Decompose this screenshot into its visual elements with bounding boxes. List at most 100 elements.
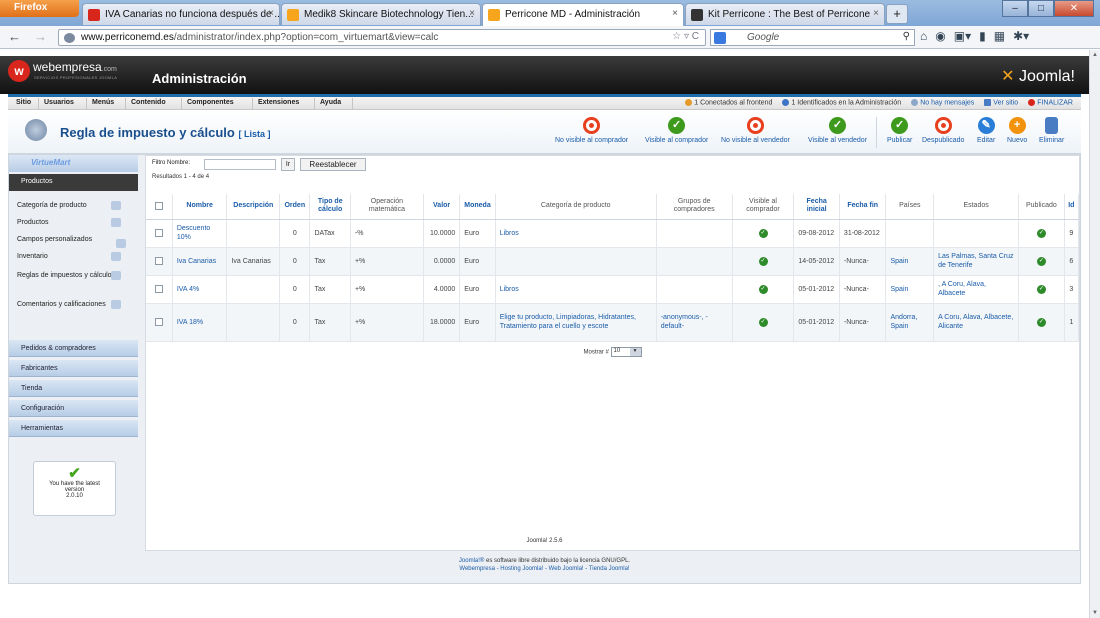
row-checkbox[interactable] bbox=[154, 284, 163, 293]
row-checkbox[interactable] bbox=[154, 256, 163, 265]
sidebar-section-configuracion[interactable]: Configuración bbox=[9, 400, 138, 417]
sidebar-item-campos[interactable]: Campos personalizados bbox=[9, 233, 138, 250]
sidebar-item-inventario[interactable]: Inventario bbox=[9, 250, 138, 267]
bookmarks-icon[interactable]: ▮ bbox=[979, 29, 986, 43]
sidebar-item-comentarios[interactable]: Comentarios y calificaciones bbox=[9, 296, 138, 325]
search-magnifier-icon[interactable]: ⚲ bbox=[903, 31, 910, 42]
published-toggle-icon[interactable]: ✓ bbox=[1036, 229, 1046, 238]
sidebar-section-herramientas[interactable]: Herramientas bbox=[9, 420, 138, 437]
col-fecha-fin[interactable]: Fecha fin bbox=[839, 194, 887, 220]
cell-categoria[interactable]: Libros bbox=[495, 219, 657, 248]
menu-componentes[interactable]: Componentes bbox=[187, 99, 234, 106]
bookmark-star-icon[interactable]: ☆ ▿ C bbox=[672, 31, 699, 42]
sidebar-section-pedidos[interactable]: Pedidos & compradores bbox=[9, 340, 138, 357]
logout-link[interactable]: FINALIZAR bbox=[1028, 99, 1073, 106]
col-valor[interactable]: Valor bbox=[423, 194, 461, 220]
close-tab-icon[interactable]: × bbox=[873, 8, 879, 19]
address-bar[interactable]: www.perriconemd.es/administrator/index.p… bbox=[58, 29, 706, 46]
visible-seller-button[interactable]: ✓ Visible al vendedor bbox=[808, 117, 867, 144]
scroll-down-icon[interactable]: ▼ bbox=[1092, 610, 1098, 616]
edit-button[interactable]: ✎ Editar bbox=[977, 117, 995, 144]
table-row[interactable]: Descuento 10% 0 DATax -% 10.0000 Euro Li… bbox=[146, 219, 1080, 248]
cell-nombre[interactable]: Iva Canarias bbox=[172, 247, 228, 276]
visible-toggle-icon[interactable]: ✓ bbox=[758, 257, 768, 266]
unpublish-button[interactable]: Despublicado bbox=[922, 117, 964, 144]
close-tab-icon[interactable]: × bbox=[268, 8, 274, 19]
col-nombre[interactable]: Nombre bbox=[172, 194, 228, 220]
visible-toggle-icon[interactable]: ✓ bbox=[758, 318, 768, 327]
google-engine-icon[interactable] bbox=[714, 32, 726, 44]
window-close-icon[interactable]: ✕ bbox=[1054, 0, 1094, 17]
messages-link[interactable]: No hay mensajes bbox=[911, 99, 974, 106]
publish-button[interactable]: ✓ Publicar bbox=[887, 117, 912, 144]
visible-buyer-button[interactable]: ✓ Visible al comprador bbox=[645, 117, 708, 144]
row-checkbox[interactable] bbox=[154, 228, 163, 237]
filter-reset-button[interactable]: Reestablecer bbox=[300, 158, 366, 171]
table-row[interactable]: Iva Canarias Iva Canarias 0 Tax +% 0.000… bbox=[146, 247, 1080, 276]
close-tab-icon[interactable]: × bbox=[672, 8, 678, 19]
cell-categoria[interactable]: Elige tu producto, Limpiadoras, Hidratan… bbox=[495, 303, 657, 342]
site-identity-icon[interactable] bbox=[64, 33, 75, 43]
close-tab-icon[interactable]: × bbox=[469, 8, 475, 19]
table-row[interactable]: IVA 4% 0 Tax +% 4.0000 Euro Libros ✓ 05-… bbox=[146, 275, 1080, 304]
cell-nombre[interactable]: IVA 4% bbox=[172, 275, 228, 304]
menu-overflow-icon[interactable]: ✱▾ bbox=[1013, 29, 1029, 43]
not-visible-buyer-button[interactable]: No visible al comprador bbox=[555, 117, 628, 144]
screen-icon[interactable]: ▣▾ bbox=[954, 29, 971, 43]
published-toggle-icon[interactable]: ✓ bbox=[1036, 257, 1046, 266]
row-checkbox[interactable] bbox=[154, 317, 163, 326]
menu-contenido[interactable]: Contenido bbox=[131, 99, 166, 106]
not-visible-seller-button[interactable]: No visible al vendedor bbox=[721, 117, 790, 144]
visible-toggle-icon[interactable]: ✓ bbox=[758, 285, 768, 294]
col-descripcion[interactable]: Descripción bbox=[226, 194, 281, 220]
table-row[interactable]: IVA 18% 0 Tax +% 18.0000 Euro Elige tu p… bbox=[146, 303, 1080, 342]
menu-extensiones[interactable]: Extensiones bbox=[258, 99, 299, 106]
col-id[interactable]: Id bbox=[1064, 194, 1080, 220]
filter-go-button[interactable]: Ir bbox=[281, 158, 295, 171]
cell-nombre[interactable]: IVA 18% bbox=[172, 303, 228, 342]
maximize-icon[interactable]: □ bbox=[1028, 0, 1054, 17]
cell-nombre[interactable]: Descuento 10% bbox=[172, 219, 228, 248]
forward-arrow-icon[interactable]: → bbox=[34, 29, 47, 44]
new-tab-button[interactable]: + bbox=[886, 4, 908, 24]
joomla-link[interactable]: Joomla!® bbox=[459, 558, 484, 564]
col-orden[interactable]: Orden bbox=[279, 194, 311, 220]
filter-name-input[interactable] bbox=[204, 159, 276, 170]
back-arrow-icon[interactable]: ← bbox=[8, 29, 21, 44]
sidebar-section-productos[interactable]: Productos bbox=[9, 174, 138, 191]
visible-toggle-icon[interactable]: ✓ bbox=[758, 229, 768, 238]
cell-categoria[interactable] bbox=[495, 247, 657, 276]
col-moneda[interactable]: Moneda bbox=[459, 194, 496, 220]
sidebar-item-categoria[interactable]: Categoría de producto bbox=[9, 199, 138, 216]
browser-tab-3-active[interactable]: Perricone MD - Administración × bbox=[482, 3, 684, 26]
browser-tab-4[interactable]: Kit Perricone : The Best of Perricone × bbox=[685, 3, 885, 25]
col-fecha-inicial[interactable]: Fecha inicial bbox=[793, 194, 840, 220]
search-bar[interactable]: Google ⚲ bbox=[710, 29, 915, 46]
browser-tab-2[interactable]: Medik8 Skincare Biotechnology Tien... × bbox=[281, 3, 481, 25]
menu-menus[interactable]: Menús bbox=[92, 99, 114, 106]
footer-links[interactable]: Webempresa - Hosting Joomla! - Web Jooml… bbox=[0, 566, 1089, 572]
view-site-link[interactable]: Ver sitio bbox=[984, 99, 1018, 106]
firefox-menu-button[interactable]: Firefox bbox=[0, 0, 79, 17]
browser-tab-1[interactable]: IVA Canarias no funciona después de ... × bbox=[82, 3, 280, 25]
cell-categoria[interactable]: Libros bbox=[495, 275, 657, 304]
minimize-icon[interactable]: – bbox=[1002, 0, 1028, 17]
select-all-checkbox[interactable] bbox=[154, 201, 163, 210]
delete-button[interactable]: Eliminar bbox=[1039, 117, 1064, 144]
menu-ayuda[interactable]: Ayuda bbox=[320, 99, 341, 106]
col-tipo[interactable]: Tipo de cálculo bbox=[309, 194, 351, 220]
addon-icon[interactable]: ◉ bbox=[935, 29, 945, 43]
published-toggle-icon[interactable]: ✓ bbox=[1036, 285, 1046, 294]
new-button[interactable]: + Nuevo bbox=[1007, 117, 1027, 144]
menu-sitio[interactable]: Sitio bbox=[16, 99, 31, 106]
page-size-select[interactable]: 10 ▼ bbox=[610, 347, 642, 357]
scroll-up-icon[interactable]: ▲ bbox=[1092, 52, 1098, 58]
menu-usuarios[interactable]: Usuarios bbox=[44, 99, 74, 106]
published-toggle-icon[interactable]: ✓ bbox=[1036, 318, 1046, 327]
extension-icon[interactable]: ▦ bbox=[994, 29, 1005, 43]
sidebar-section-tienda[interactable]: Tienda bbox=[9, 380, 138, 397]
sidebar-item-reglas[interactable]: Reglas de impuestos y cálculos bbox=[9, 267, 138, 296]
page-scrollbar[interactable]: ▲ ▼ bbox=[1089, 50, 1100, 618]
sidebar-item-productos[interactable]: Productos bbox=[9, 216, 138, 233]
home-icon[interactable]: ⌂ bbox=[920, 29, 927, 43]
